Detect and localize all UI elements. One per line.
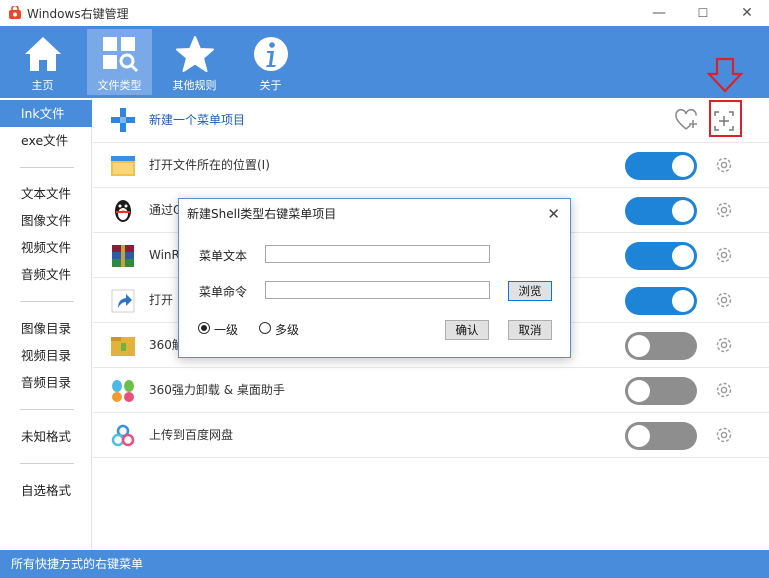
menu-item-row: 打开文件所在的位置(I): [93, 143, 769, 188]
sidebar-divider: [20, 409, 74, 410]
menu-command-input[interactable]: [265, 281, 490, 299]
menu-item-label: 上传到百度网盘: [149, 428, 234, 442]
sidebar-item-audio[interactable]: 音频文件: [0, 261, 92, 288]
gear-icon[interactable]: [714, 380, 734, 400]
sidebar-item-lnk[interactable]: lnk文件: [0, 100, 92, 127]
toolbar-other-rules-button[interactable]: 其他规则: [162, 29, 227, 95]
menu-command-label: 菜单命令: [199, 285, 248, 299]
new-item-row[interactable]: 新建一个菜单项目: [93, 98, 769, 143]
multilevel-radio-label: 多级: [275, 323, 300, 337]
sidebar-item-custom[interactable]: 自选格式: [0, 477, 92, 504]
menu-item-toggle[interactable]: [625, 287, 697, 315]
toggle-knob: [672, 200, 694, 222]
toolbar-filetype-label: 文件类型: [97, 79, 142, 92]
butterfly-icon: [112, 380, 134, 402]
sidebar: lnk文件 exe文件 文本文件 图像文件 视频文件 音频文件 图像目录 视频目…: [0, 98, 92, 550]
info-icon: [253, 37, 288, 71]
arrow-down-annotation-icon: [706, 57, 744, 93]
menu-item-label: 打开文件所在的位置(I): [149, 158, 270, 172]
new-item-label: 新建一个菜单项目: [149, 113, 246, 127]
folder-icon: [111, 156, 135, 176]
toggle-knob: [672, 245, 694, 267]
toolbar-about-label: 关于: [259, 79, 282, 92]
baidu-netdisk-icon: [111, 424, 135, 447]
winrar-icon: [112, 245, 134, 267]
window-title: Windows右键管理: [27, 6, 129, 21]
star-icon: [175, 36, 214, 72]
maximize-icon: ☐: [697, 6, 709, 20]
app-window: Windows右键管理 — ☐ ✕ 主页 文件类型 其他规则 关于 lnk文件 …: [0, 0, 769, 578]
shortcut-arrow-icon: [111, 289, 135, 313]
file-type-search-icon: [102, 37, 138, 73]
sidebar-item-text[interactable]: 文本文件: [0, 180, 92, 207]
gear-icon[interactable]: [714, 335, 734, 355]
maximize-button[interactable]: ☐: [681, 0, 725, 26]
qq-penguin-icon: [115, 200, 131, 222]
sidebar-divider: [20, 463, 74, 464]
gear-icon[interactable]: [714, 200, 734, 220]
toggle-knob: [672, 155, 694, 177]
annotation-highlight-box: [709, 100, 742, 137]
sidebar-divider: [20, 301, 74, 302]
menu-item-toggle[interactable]: [625, 152, 697, 180]
browse-button[interactable]: 浏览: [508, 281, 552, 301]
new-shell-item-dialog: 新建Shell类型右键菜单项目 ✕ 菜单文本 菜单命令 浏览 一级 多级 确认 …: [178, 198, 571, 358]
menu-item-toggle[interactable]: [625, 197, 697, 225]
title-bar: Windows右键管理 — ☐ ✕: [0, 0, 769, 26]
toolbar-home-label: 主页: [31, 79, 54, 92]
toggle-knob: [628, 335, 650, 357]
sidebar-item-video-dir[interactable]: 视频目录: [0, 342, 92, 369]
plus-icon: [111, 108, 135, 132]
sidebar-item-exe[interactable]: exe文件: [0, 127, 92, 154]
menu-item-toggle[interactable]: [625, 332, 697, 360]
status-bar: 所有快捷方式的右键菜单: [0, 550, 769, 578]
gear-icon[interactable]: [714, 425, 734, 445]
multilevel-radio[interactable]: [259, 322, 271, 334]
toggle-knob: [672, 290, 694, 312]
menu-item-toggle[interactable]: [625, 242, 697, 270]
sidebar-item-video[interactable]: 视频文件: [0, 234, 92, 261]
level1-radio[interactable]: [198, 322, 210, 334]
minimize-button[interactable]: —: [637, 0, 681, 26]
sidebar-item-image[interactable]: 图像文件: [0, 207, 92, 234]
sidebar-item-audio-dir[interactable]: 音频目录: [0, 369, 92, 396]
sidebar-item-image-dir[interactable]: 图像目录: [0, 315, 92, 342]
toolbar-other-rules-label: 其他规则: [172, 79, 217, 92]
zip-folder-icon: [111, 337, 135, 356]
dialog-close-icon[interactable]: ✕: [547, 205, 560, 223]
level1-radio-label: 一级: [214, 323, 239, 337]
close-button[interactable]: ✕: [725, 0, 769, 26]
gear-icon[interactable]: [714, 290, 734, 310]
minimize-icon: —: [652, 5, 666, 21]
menu-text-input[interactable]: [265, 245, 490, 263]
toggle-knob: [628, 425, 650, 447]
toolbar-filetype-button[interactable]: 文件类型: [87, 29, 152, 95]
sidebar-item-unknown[interactable]: 未知格式: [0, 423, 92, 450]
menu-item-row: 360强力卸载 & 桌面助手: [93, 368, 769, 413]
gear-icon[interactable]: [714, 155, 734, 175]
menu-item-label: 360强力卸载 & 桌面助手: [149, 383, 285, 397]
home-icon: [24, 37, 61, 71]
menu-item-label: 打开: [149, 293, 174, 307]
toolbar-about-button[interactable]: 关于: [238, 29, 303, 95]
gear-icon[interactable]: [714, 245, 734, 265]
toolbar-home-button[interactable]: 主页: [10, 29, 75, 95]
menu-item-toggle[interactable]: [625, 422, 697, 450]
toggle-knob: [628, 380, 650, 402]
menu-item-toggle[interactable]: [625, 377, 697, 405]
dialog-title: 新建Shell类型右键菜单项目: [187, 207, 337, 221]
favorite-heart-icon[interactable]: [674, 109, 698, 131]
sidebar-divider: [20, 167, 74, 168]
menu-item-row: 上传到百度网盘: [93, 413, 769, 458]
menu-text-label: 菜单文本: [199, 249, 248, 263]
close-icon: ✕: [741, 5, 753, 21]
ok-button[interactable]: 确认: [445, 320, 489, 340]
app-logo-icon: [8, 4, 22, 20]
main-toolbar: 主页 文件类型 其他规则 关于: [0, 26, 769, 98]
cancel-button[interactable]: 取消: [508, 320, 552, 340]
